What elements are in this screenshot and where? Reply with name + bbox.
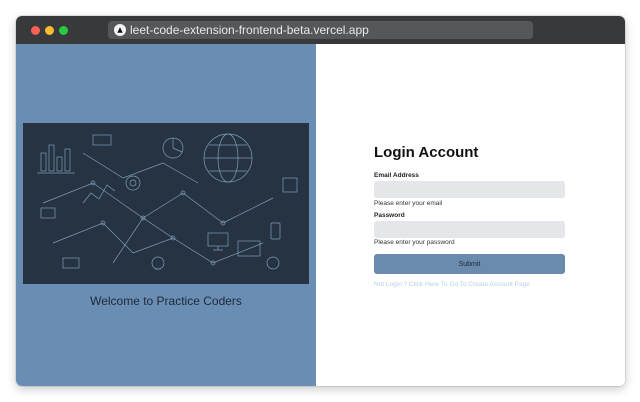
browser-window: leet-code-extension-frontend-beta.vercel… xyxy=(16,16,625,386)
welcome-message: Welcome to Practice Coders xyxy=(90,294,242,308)
password-label: Password xyxy=(374,212,405,219)
hero-image xyxy=(23,123,309,284)
address-bar-url: leet-code-extension-frontend-beta.vercel… xyxy=(130,23,369,37)
password-field[interactable] xyxy=(374,221,565,238)
create-account-link[interactable]: Not Login ? Click Here To Go To Create A… xyxy=(374,281,530,288)
close-window-button[interactable] xyxy=(31,26,40,35)
welcome-panel: Welcome to Practice Coders xyxy=(16,44,316,386)
submit-button[interactable]: Submit xyxy=(374,254,565,274)
vercel-triangle-icon xyxy=(114,24,126,36)
browser-titlebar: leet-code-extension-frontend-beta.vercel… xyxy=(16,16,625,44)
login-title: Login Account xyxy=(374,144,479,161)
minimize-window-button[interactable] xyxy=(45,26,54,35)
address-bar[interactable]: leet-code-extension-frontend-beta.vercel… xyxy=(108,21,533,39)
login-panel: Login Account Email Address Please enter… xyxy=(316,44,625,386)
email-hint: Please enter your email xyxy=(374,200,443,207)
maximize-window-button[interactable] xyxy=(59,26,68,35)
email-field[interactable] xyxy=(374,181,565,198)
email-label: Email Address xyxy=(374,172,419,179)
password-hint: Please enter your password xyxy=(374,239,455,246)
tech-doodle-illustration xyxy=(37,133,298,270)
